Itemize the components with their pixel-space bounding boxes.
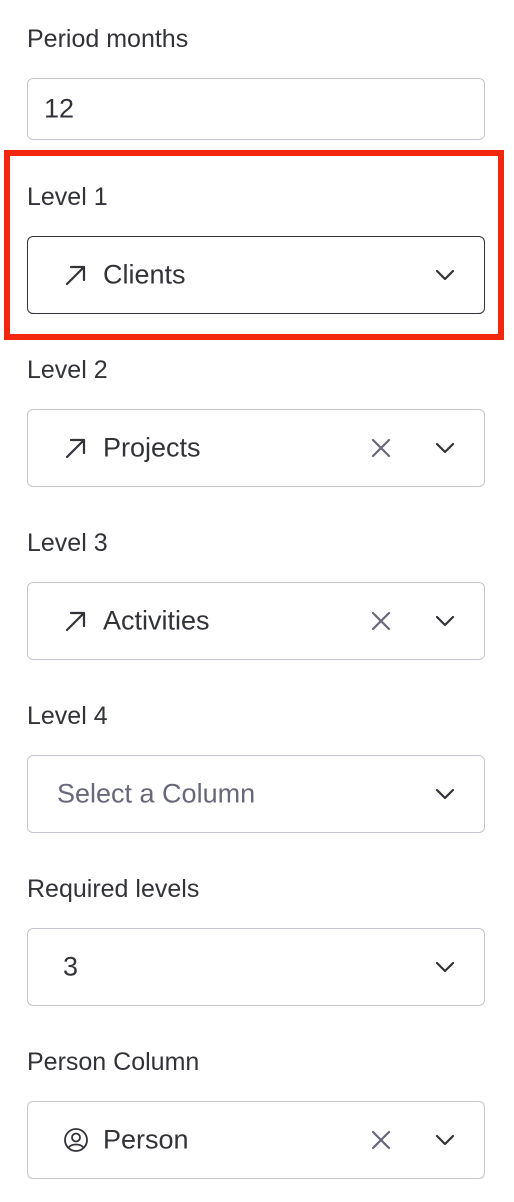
level-4-placeholder: Select a Column [57, 778, 256, 809]
required-levels-label: Required levels [27, 875, 200, 903]
level-2-label: Level 2 [27, 356, 108, 384]
arrow-up-right-icon [65, 611, 86, 632]
level-2-value: Projects [103, 432, 201, 463]
arrow-up-right-icon [65, 265, 86, 286]
clear-icon[interactable] [370, 1129, 392, 1151]
level-2-select[interactable]: Projects [27, 409, 485, 487]
level-1-select[interactable]: Clients [27, 236, 485, 314]
chevron-down-icon[interactable] [434, 787, 456, 801]
required-levels-select[interactable]: 3 [27, 928, 485, 1006]
chevron-down-icon[interactable] [434, 441, 456, 455]
required-levels-value: 3 [63, 951, 79, 982]
level-4-select[interactable]: Select a Column [27, 755, 485, 833]
arrow-up-right-icon [65, 438, 86, 459]
period-months-value: 12 [44, 93, 75, 124]
chevron-down-icon[interactable] [434, 1133, 456, 1147]
period-months-input[interactable]: 12 [27, 78, 485, 140]
level-1-value: Clients [103, 259, 186, 290]
level-3-label: Level 3 [27, 529, 108, 557]
level-3-select[interactable]: Activities [27, 582, 485, 660]
level-1-label: Level 1 [27, 183, 108, 211]
person-column-value: Person [103, 1124, 189, 1155]
person-column-select[interactable]: Person [27, 1101, 485, 1179]
level-4-label: Level 4 [27, 702, 108, 730]
clear-icon[interactable] [370, 610, 392, 632]
person-circle-icon [64, 1128, 88, 1152]
level-3-value: Activities [103, 605, 210, 636]
chevron-down-icon[interactable] [434, 614, 456, 628]
chevron-down-icon[interactable] [434, 268, 456, 282]
person-column-label: Person Column [27, 1048, 200, 1076]
chevron-down-icon[interactable] [434, 960, 456, 974]
period-months-label: Period months [27, 25, 189, 53]
clear-icon[interactable] [370, 437, 392, 459]
